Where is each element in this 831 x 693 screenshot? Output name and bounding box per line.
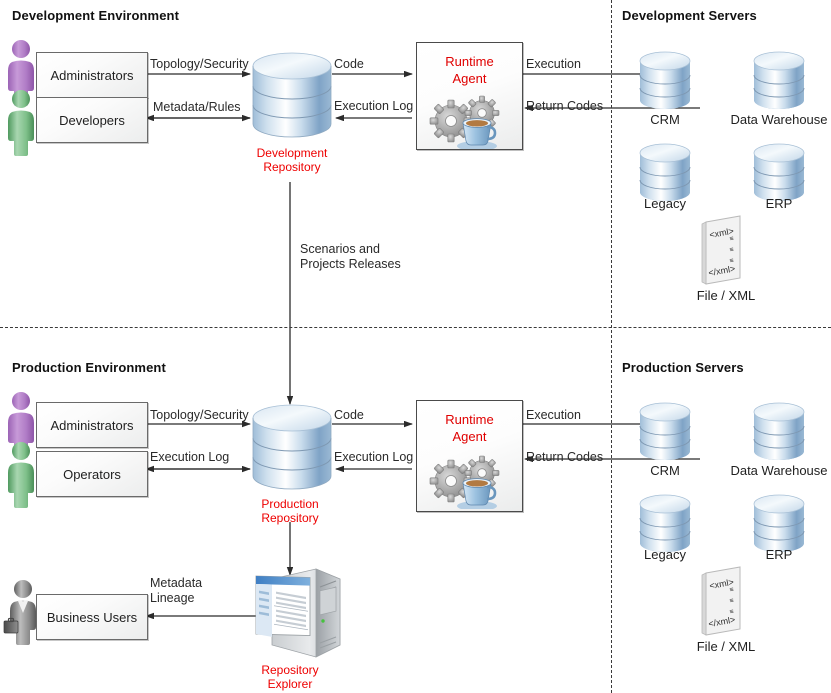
flow-label-execution-log-right-prod: Execution Log	[334, 450, 414, 464]
section-title-development-servers: Development Servers	[622, 8, 757, 23]
server-label-crm-prod: CRM	[650, 463, 680, 478]
production-repository-label: Production Repository	[261, 497, 319, 525]
developer-person-icon	[8, 90, 34, 156]
server-label-file-xml-dev: File / XML	[696, 288, 756, 303]
flow-label-topology-security-prod: Topology/Security	[150, 408, 249, 422]
server-label-crm-dev: CRM	[650, 112, 680, 127]
actor-label: Administrators	[50, 417, 134, 433]
actor-label: Administrators	[50, 67, 134, 83]
runtime-agent-label: Runtime Agent	[445, 54, 494, 86]
server-label-data-warehouse-dev: Data Warehouse	[730, 112, 828, 127]
repository-explorer-label: Repository Explorer	[261, 663, 319, 691]
server-cylinder-crm-dev[interactable]	[638, 48, 692, 118]
gears-and-coffee-icon	[429, 95, 500, 149]
development-repository-label: Development Repository	[256, 146, 328, 174]
server-cylinder-data-warehouse-dev[interactable]	[752, 48, 806, 118]
flow-label-code-dev: Code	[334, 57, 364, 71]
section-title-production-servers: Production Servers	[622, 360, 744, 375]
actor-label: Developers	[59, 112, 125, 128]
server-label-erp-dev: ERP	[765, 196, 793, 211]
flow-label-topology-security-dev: Topology/Security	[150, 57, 249, 71]
flow-label-scenarios-projects-releases: Scenarios and Projects Releases	[300, 242, 401, 271]
flow-label-code-prod: Code	[334, 408, 364, 422]
flow-label-execution-prod: Execution	[526, 408, 581, 422]
flow-label-execution-log-left-prod: Execution Log	[150, 450, 230, 464]
flow-label-return-codes-dev: Return Codes	[526, 99, 604, 113]
section-title-development-environment: Development Environment	[12, 8, 179, 23]
server-label-erp-prod: ERP	[765, 547, 793, 562]
actor-box-business-users[interactable]: Business Users	[36, 594, 148, 640]
flow-label-execution-log-dev: Execution Log	[334, 99, 414, 113]
actor-box-administrators-prod[interactable]: Administrators	[36, 402, 148, 448]
flow-label-return-codes-prod: Return Codes	[526, 450, 604, 464]
production-repository-cylinder[interactable]	[250, 400, 334, 500]
flow-label-metadata-lineage: Metadata Lineage	[150, 576, 203, 605]
xml-file-icon-prod[interactable]: <xml> ≡ ≡ ≡ </xml>	[692, 565, 754, 641]
actor-label: Business Users	[46, 609, 138, 625]
runtime-agent-prod[interactable]: Runtime Agent	[416, 400, 523, 512]
actor-box-operators[interactable]: Operators	[36, 451, 148, 497]
environment-divider-horizontal	[0, 327, 831, 328]
actor-label: Operators	[63, 466, 121, 482]
server-label-data-warehouse-prod: Data Warehouse	[730, 463, 828, 478]
server-label-legacy-prod: Legacy	[644, 547, 686, 562]
flow-label-execution-dev: Execution	[526, 57, 581, 71]
operator-person-icon	[8, 442, 34, 508]
xml-file-icon-dev[interactable]: <xml> ≡ ≡ ≡ </xml>	[692, 214, 754, 290]
server-cylinder-data-warehouse-prod[interactable]	[752, 399, 806, 469]
server-label-legacy-dev: Legacy	[644, 196, 686, 211]
gears-and-coffee-icon	[429, 455, 500, 509]
servers-divider-vertical	[611, 0, 612, 693]
actor-box-administrators-dev[interactable]: Administrators	[36, 52, 148, 98]
flow-label-metadata-rules: Metadata/Rules	[153, 100, 241, 114]
runtime-agent-dev[interactable]: Runtime Agent	[416, 42, 523, 150]
section-title-production-environment: Production Environment	[12, 360, 166, 375]
development-repository-cylinder[interactable]	[250, 48, 334, 148]
server-label-file-xml-prod: File / XML	[696, 639, 756, 654]
runtime-agent-label: Runtime Agent	[445, 412, 494, 444]
actor-box-developers[interactable]: Developers	[36, 97, 148, 143]
server-cylinder-crm-prod[interactable]	[638, 399, 692, 469]
repository-explorer-icon[interactable]	[250, 565, 346, 665]
